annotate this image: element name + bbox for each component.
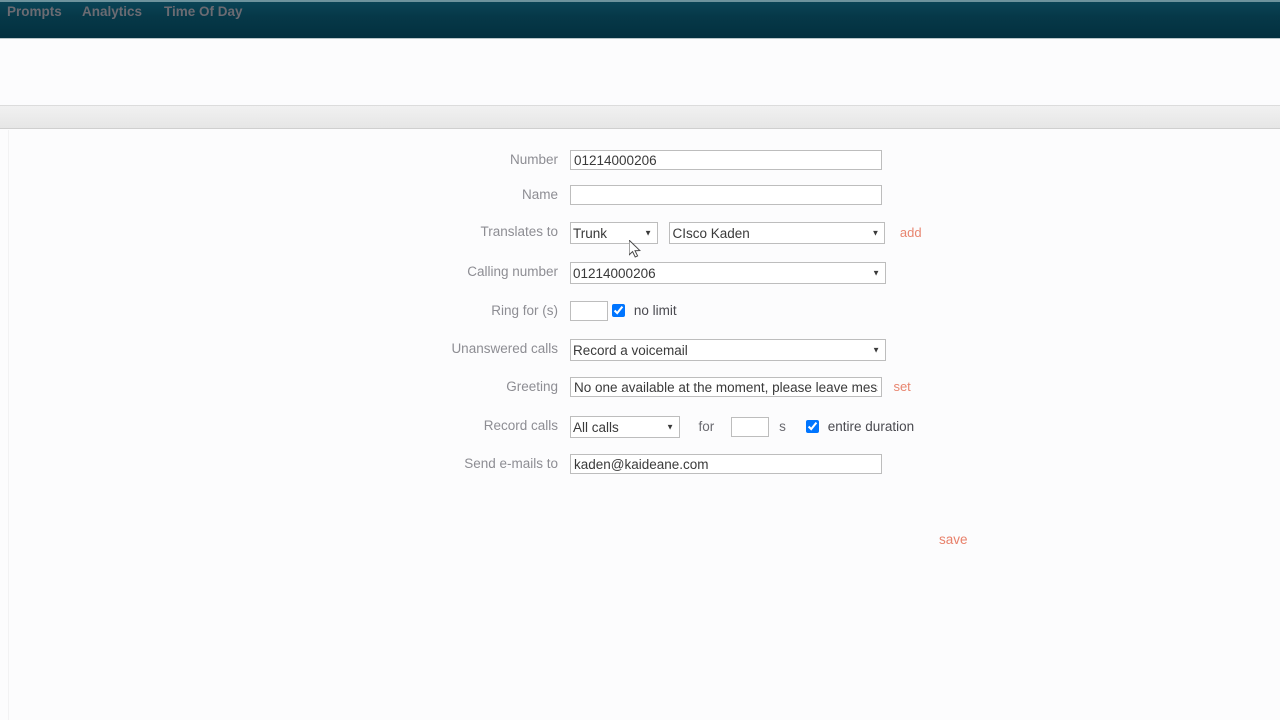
- no-limit-checkbox[interactable]: [612, 304, 626, 317]
- calling-number-wrap: 01214000206: [570, 262, 886, 284]
- unanswered-calls-wrap: Record a voicemail: [570, 339, 886, 361]
- record-calls-select[interactable]: All calls: [570, 416, 680, 438]
- label-calling-number: Calling number: [467, 264, 558, 279]
- label-unanswered-calls: Unanswered calls: [451, 341, 558, 356]
- nav-tab-analytics[interactable]: Analytics: [82, 4, 142, 19]
- translates-target-select[interactable]: CIsco Kaden: [669, 222, 886, 244]
- nav-tab-prompts[interactable]: Prompts: [7, 4, 62, 19]
- entire-duration-label: entire duration: [827, 419, 915, 434]
- form-row-ring-for: Ring for (s) no limit: [0, 301, 1280, 341]
- form-row-calling-number: Calling number 01214000206: [0, 262, 1280, 302]
- add-translation-link[interactable]: add: [900, 222, 922, 244]
- label-greeting: Greeting: [506, 379, 558, 394]
- translates-kind-wrap: Trunk: [570, 222, 658, 244]
- nav-tab-strip: [0, 105, 1280, 129]
- control-ring-for: no limit: [570, 301, 677, 321]
- greeting-input[interactable]: [570, 377, 882, 397]
- form-row-greeting: Greeting set: [0, 377, 1280, 417]
- control-greeting: set: [570, 377, 911, 397]
- control-record-calls: All calls for s entire duration: [570, 416, 914, 438]
- calling-number-select[interactable]: 01214000206: [570, 262, 886, 284]
- unanswered-calls-select[interactable]: Record a voicemail: [570, 339, 886, 361]
- control-send-emails-to: [570, 454, 882, 474]
- label-translates-to: Translates to: [480, 224, 558, 239]
- nav-tab-time-of-day[interactable]: Time Of Day: [164, 4, 243, 19]
- label-name: Name: [521, 187, 558, 202]
- label-number: Number: [509, 152, 558, 167]
- label-record-calls: Record calls: [483, 418, 558, 433]
- call-routing-form: Number Name Translates to Trunk CIsco Ka…: [0, 150, 1280, 510]
- form-row-record-calls: Record calls All calls for s entire dura…: [0, 416, 1280, 456]
- translates-target-wrap: CIsco Kaden: [669, 222, 886, 244]
- name-input[interactable]: [570, 185, 882, 205]
- save-button[interactable]: save: [939, 532, 968, 547]
- number-input[interactable]: [570, 150, 882, 170]
- control-calling-number: 01214000206: [570, 262, 886, 284]
- control-name: [570, 185, 882, 205]
- record-calls-wrap: All calls: [570, 416, 680, 438]
- seconds-unit-label: s: [779, 419, 786, 434]
- record-duration-input[interactable]: [730, 417, 769, 437]
- control-number: [570, 150, 882, 170]
- control-unanswered-calls: Record a voicemail: [570, 339, 886, 361]
- label-ring-for: Ring for (s): [491, 303, 558, 318]
- form-row-number: Number: [0, 150, 1280, 190]
- form-row-unanswered-calls: Unanswered calls Record a voicemail: [0, 339, 1280, 379]
- send-emails-to-input[interactable]: [570, 454, 882, 474]
- form-row-translates-to: Translates to Trunk CIsco Kaden add: [0, 222, 1280, 262]
- translates-kind-select[interactable]: Trunk: [570, 222, 658, 244]
- entire-duration-checkbox[interactable]: [806, 420, 820, 433]
- no-limit-label: no limit: [633, 303, 677, 318]
- label-send-emails-to: Send e-mails to: [464, 456, 558, 471]
- set-greeting-link[interactable]: set: [893, 377, 910, 397]
- form-row-send-emails-to: Send e-mails to: [0, 454, 1280, 494]
- form-row-name: Name: [0, 185, 1280, 225]
- control-translates-to: Trunk CIsco Kaden add: [570, 222, 922, 244]
- ring-for-input[interactable]: [570, 301, 608, 321]
- record-for-label: for: [698, 419, 715, 434]
